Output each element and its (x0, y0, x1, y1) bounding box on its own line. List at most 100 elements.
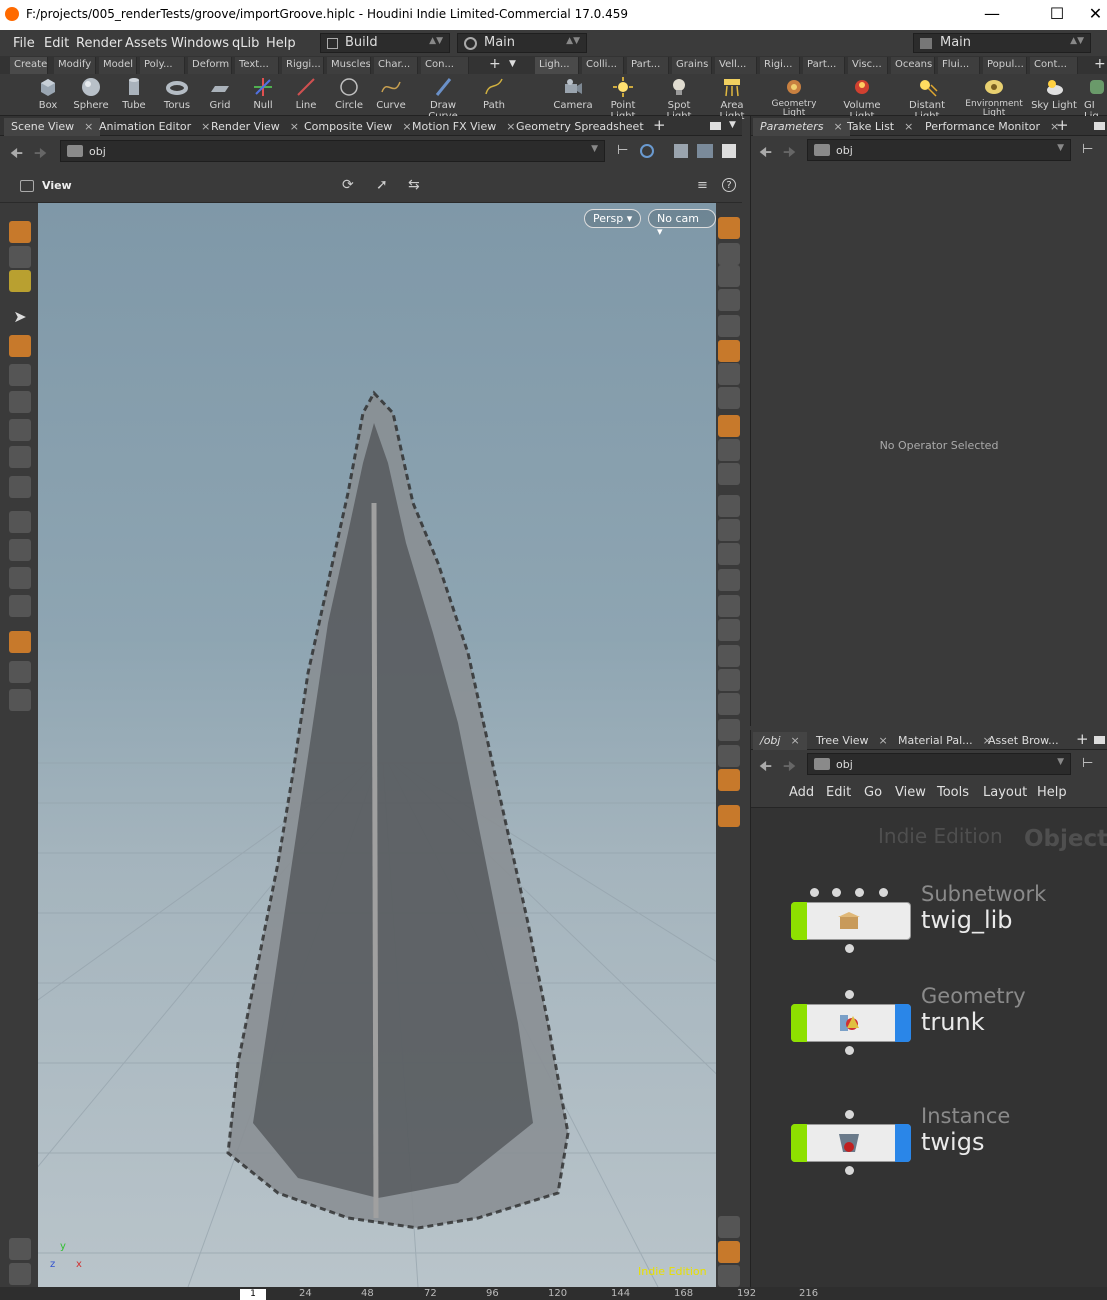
show-handles-icon[interactable] (718, 439, 740, 461)
bounding-box-icon[interactable] (718, 669, 740, 691)
shelf-tab-fluids[interactable]: Flui... (938, 57, 980, 74)
maximize-pane-icon[interactable] (710, 122, 721, 130)
forward-arrow-icon[interactable]: 🠊 (783, 142, 796, 166)
tool-curve[interactable]: Curve (367, 76, 415, 111)
node-name-label[interactable]: twig_lib (921, 906, 1013, 934)
menu-view[interactable]: View (895, 785, 926, 800)
node-input-connector[interactable] (845, 990, 854, 999)
pose-tool-icon[interactable] (9, 446, 31, 468)
snap-grid-icon[interactable] (9, 595, 31, 617)
pane-set-selector[interactable]: Main ▲▼ (457, 33, 587, 53)
tool-line[interactable]: Line (282, 76, 330, 111)
shelf-tab-container[interactable]: Cont... (1030, 57, 1078, 74)
shelf-tab-vellum[interactable]: Vell... (715, 57, 757, 74)
node-output-connector[interactable] (845, 944, 854, 953)
camera-display-icon[interactable] (718, 415, 740, 437)
menu-add[interactable]: Add (789, 785, 814, 800)
back-arrow-icon[interactable]: 🠈 (759, 756, 772, 780)
shelf-tab-rigid[interactable]: Rigi... (760, 57, 800, 74)
select-mode-icon[interactable]: ➚ (376, 177, 388, 193)
camera-dropdown[interactable]: No cam ▾ (648, 209, 716, 238)
link-icon[interactable] (640, 144, 654, 158)
tab-scene-view[interactable]: Scene View × (4, 118, 101, 136)
tab-parameters[interactable]: Parameters × (753, 118, 850, 136)
object-tool-icon[interactable] (9, 270, 31, 292)
shelf-tab-grains[interactable]: Grains (672, 57, 712, 74)
display-options-icon[interactable] (697, 144, 713, 158)
background-display-icon[interactable] (718, 769, 740, 791)
node-input-connector[interactable] (845, 1110, 854, 1119)
tool-sphere[interactable]: Sphere (67, 76, 115, 111)
shelf-tab-model[interactable]: Model (99, 57, 137, 74)
tool-grid[interactable]: Grid (196, 76, 244, 111)
pin-icon[interactable]: ⊢ (1082, 756, 1093, 771)
snap-point-icon[interactable] (9, 567, 31, 589)
view-tool-orange-icon[interactable] (9, 631, 31, 653)
shelf-tab-viscous[interactable]: Visc... (848, 57, 888, 74)
tool-torus[interactable]: Torus (153, 76, 201, 111)
menu-net-help[interactable]: Help (1037, 785, 1067, 800)
current-frame[interactable]: 1 (240, 1289, 266, 1300)
tab-performance-monitor[interactable]: Performance Monitor × (918, 118, 1066, 136)
tool-sky-light[interactable]: Sky Light (1030, 76, 1078, 111)
shelf-menu-icon[interactable]: ▼ (509, 59, 516, 69)
add-shelf-icon[interactable]: + (489, 56, 501, 72)
tool-tube[interactable]: Tube (110, 76, 158, 111)
visibility-icon[interactable] (718, 243, 740, 265)
node-name-label[interactable]: twigs (921, 1128, 984, 1156)
node-trunk[interactable] (791, 1004, 911, 1044)
menu-go[interactable]: Go (864, 785, 882, 800)
menu-tools[interactable]: Tools (937, 785, 969, 800)
prim-display-icon[interactable] (718, 595, 740, 617)
cube-icon[interactable] (674, 144, 688, 158)
shelf-tab-lights[interactable]: Ligh... (535, 57, 579, 74)
forward-arrow-icon[interactable]: 🠊 (34, 143, 47, 167)
node-display-flag[interactable] (791, 1004, 807, 1042)
remove-icon[interactable] (718, 289, 740, 311)
maximize-button[interactable]: ☐ (1034, 0, 1080, 30)
node-render-flag[interactable] (895, 1124, 911, 1162)
node-twigs[interactable] (791, 1124, 911, 1164)
shelf-tab-text[interactable]: Text... (235, 57, 279, 74)
close-tab-icon[interactable]: × (879, 734, 888, 747)
sphere-display-icon[interactable] (718, 315, 740, 337)
menu-qlib[interactable]: qLib (232, 36, 259, 51)
info-icon[interactable] (718, 1216, 740, 1238)
tool-path[interactable]: Path (470, 76, 518, 111)
pointer-icon[interactable]: ➤ (9, 307, 31, 329)
left-path-field[interactable]: obj ▼ (60, 140, 605, 162)
headlight-icon[interactable] (718, 340, 740, 362)
display-options-orange-icon[interactable] (718, 217, 740, 239)
render-tool-icon[interactable] (9, 1263, 31, 1285)
node-display-flag[interactable] (791, 902, 807, 940)
help-icon[interactable]: ? (722, 178, 736, 192)
tool-camera[interactable]: Camera (549, 76, 597, 111)
network-editor-canvas[interactable]: Indie Edition Objects Subnetwork twig_li… (751, 808, 1107, 1300)
maximize-pane-icon[interactable] (1094, 736, 1105, 744)
menu-file[interactable]: File (13, 36, 35, 51)
point-display-icon[interactable] (718, 495, 740, 517)
menu-edit[interactable]: Edit (44, 36, 69, 51)
tool-box[interactable]: Box (24, 76, 72, 111)
tool-null[interactable]: Null (239, 76, 287, 111)
tab-render-view[interactable]: Render View × (204, 118, 306, 136)
tab-obj[interactable]: /obj × (753, 732, 807, 750)
menu-assets[interactable]: Assets (125, 36, 167, 51)
node-name-label[interactable]: trunk (921, 1008, 985, 1036)
lock-tool-icon[interactable] (9, 335, 31, 357)
network-path-field[interactable]: obj ▼ (807, 753, 1071, 775)
tab-motion-fx-view[interactable]: Motion FX View × (405, 118, 522, 136)
right-desktop-selector[interactable]: Main ▲▼ (913, 33, 1091, 53)
info-pin-icon[interactable] (718, 805, 740, 827)
show-geometry-icon[interactable] (718, 463, 740, 485)
timeline[interactable]: 1 24 48 72 96 120 144 168 192 216 (0, 1287, 1107, 1300)
tab-geometry-spreadsheet[interactable]: Geometry Spreadsheet (509, 118, 651, 136)
node-twig-lib[interactable] (791, 902, 911, 942)
shelf-tab-oceans[interactable]: Oceans (891, 57, 935, 74)
vertex-display-icon[interactable] (718, 693, 740, 715)
view-tool-icon[interactable] (20, 180, 34, 192)
uv-display-icon[interactable] (718, 645, 740, 667)
camera-tool-icon[interactable] (9, 661, 31, 683)
tab-animation-editor[interactable]: Animation Editor × (92, 118, 217, 136)
shelf-tab-poly[interactable]: Poly... (140, 57, 185, 74)
